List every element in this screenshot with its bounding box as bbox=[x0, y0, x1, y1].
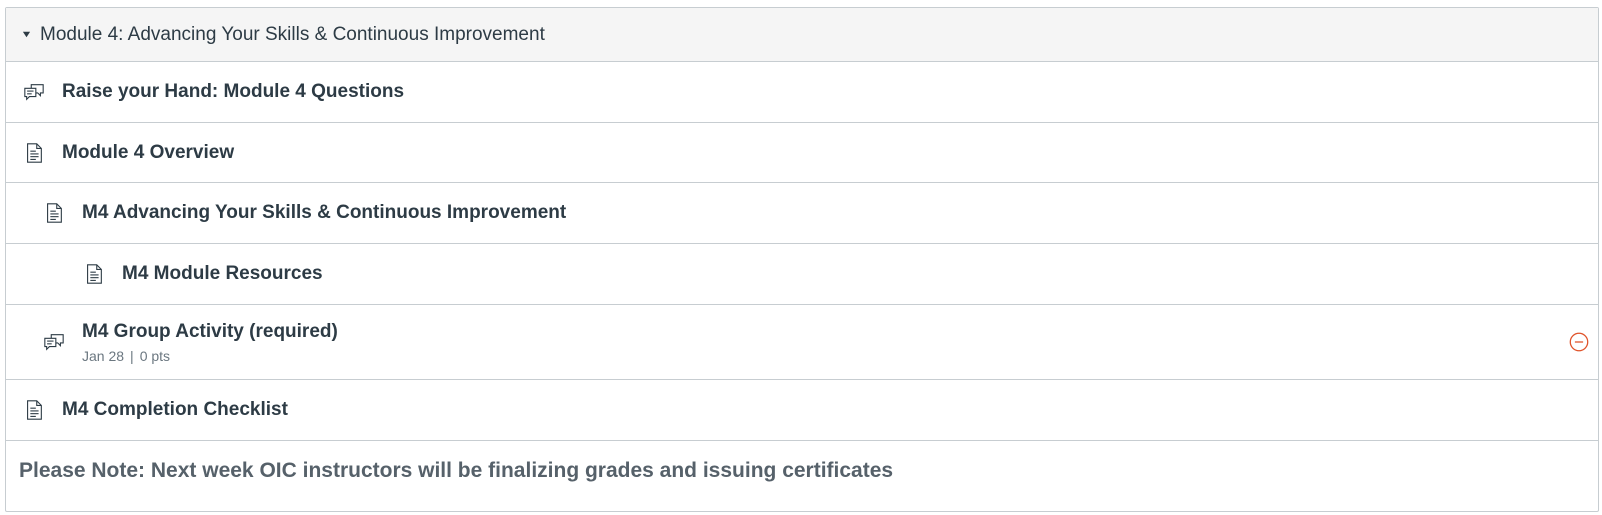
module-item-title[interactable]: M4 Advancing Your Skills & Continuous Im… bbox=[82, 202, 566, 224]
module-note: Please Note: Next week OIC instructors w… bbox=[6, 441, 1598, 500]
discussion-icon bbox=[42, 330, 66, 354]
points: 0 pts bbox=[139, 347, 171, 364]
module-item-m4-advancing: M4 Advancing Your Skills & Continuous Im… bbox=[6, 183, 1598, 244]
module-item-m4-checklist: M4 Completion Checklist bbox=[6, 380, 1598, 441]
discussion-icon bbox=[22, 80, 46, 104]
module-item-meta: Jan 28 | 0 pts bbox=[82, 348, 338, 364]
module-header[interactable]: Module 4: Advancing Your Skills & Contin… bbox=[6, 8, 1598, 62]
minus-circle-icon[interactable] bbox=[1568, 331, 1590, 353]
module-container: Module 4: Advancing Your Skills & Contin… bbox=[5, 7, 1599, 512]
module-item-m4-resources: M4 Module Resources bbox=[6, 244, 1598, 305]
module-title: Module 4: Advancing Your Skills & Contin… bbox=[40, 23, 545, 45]
caret-down-icon[interactable] bbox=[18, 30, 34, 39]
module-item-title[interactable]: M4 Completion Checklist bbox=[62, 399, 288, 421]
module-item-text: M4 Group Activity (required) Jan 28 | 0 pt… bbox=[82, 321, 338, 364]
meta-separator: | bbox=[130, 347, 134, 364]
module-item-m4-group-activity: M4 Group Activity (required) Jan 28 | 0 pt… bbox=[6, 305, 1598, 380]
module-item-overview: Module 4 Overview bbox=[6, 123, 1598, 183]
note-text: Please Note: Next week OIC instructors w… bbox=[19, 458, 894, 482]
module-item-title[interactable]: Module 4 Overview bbox=[62, 142, 234, 164]
page-icon bbox=[82, 262, 106, 286]
module-item-title[interactable]: M4 Group Activity (required) bbox=[82, 321, 338, 343]
page-icon bbox=[42, 201, 66, 225]
module-item-title[interactable]: M4 Module Resources bbox=[122, 263, 323, 285]
page-icon bbox=[22, 141, 46, 165]
module-item-raise-hand: Raise your Hand: Module 4 Questions bbox=[6, 62, 1598, 123]
due-date: Jan 28 bbox=[82, 347, 125, 364]
page-icon bbox=[22, 398, 46, 422]
module-item-title[interactable]: Raise your Hand: Module 4 Questions bbox=[62, 81, 404, 103]
